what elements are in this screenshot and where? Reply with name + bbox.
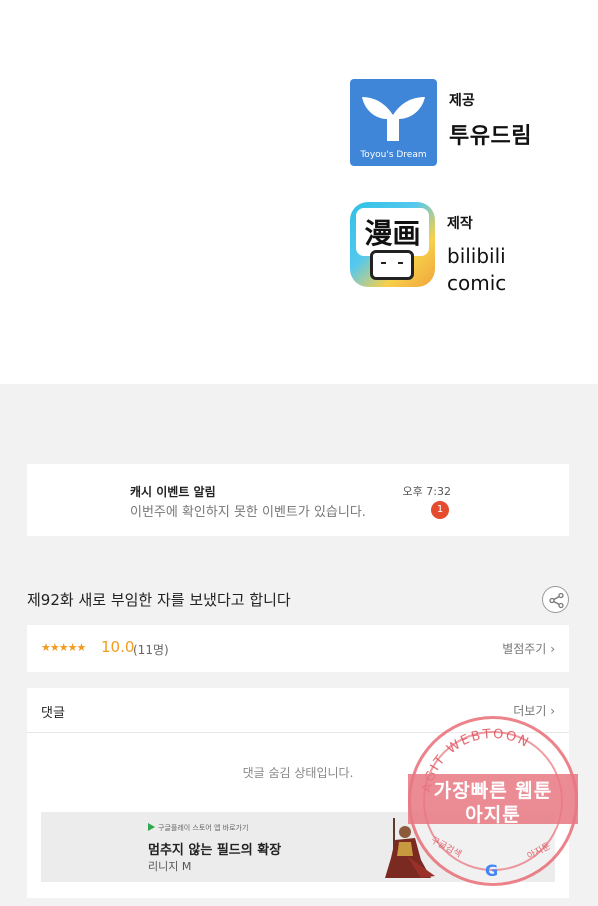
google-play-icon bbox=[148, 823, 155, 831]
credit-name: 투유드림 bbox=[449, 124, 532, 149]
notification-count-badge: 1 bbox=[431, 501, 449, 519]
notification-time: 오후 7:32 bbox=[402, 485, 451, 498]
google-g-icon: G bbox=[485, 861, 499, 880]
ad-subtitle: 리니지 M bbox=[148, 860, 192, 873]
star-icons: ★★★★★ bbox=[41, 641, 86, 654]
share-button[interactable] bbox=[542, 586, 569, 613]
rating-score: 10.0 bbox=[101, 638, 135, 656]
bilibili-comic-logo: 漫画 bbox=[350, 202, 435, 287]
credit-name-line: bilibili bbox=[447, 244, 506, 268]
episode-title: 제92화 새로 부임한 자를 보냈다고 합니다 bbox=[27, 591, 291, 609]
toyou-dream-logo: Toyou's Dream bbox=[350, 79, 437, 166]
stamp-line1: 가장빠른 웹툰 bbox=[433, 780, 553, 802]
chevron-right-icon: › bbox=[550, 642, 555, 656]
rate-button[interactable]: 별점주기 › bbox=[502, 640, 555, 657]
credit-role: 제공 bbox=[449, 93, 475, 109]
rating-count: (11명) bbox=[133, 643, 169, 657]
watermark-stamp: AGIT WEBTOON 가장빠른 웹툰 아지툰 구글검색 아지툰 G bbox=[408, 716, 578, 886]
credit-role: 제작 bbox=[447, 216, 473, 232]
comments-label: 댓글 bbox=[41, 706, 65, 721]
credits-section: Toyou's Dream 제공 투유드림 漫画 제작 bilibili com… bbox=[0, 0, 598, 384]
rate-button-label: 별점주기 bbox=[502, 642, 547, 656]
stamp-line2: 아지툰 bbox=[465, 804, 521, 826]
logo-caption: Toyou's Dream bbox=[360, 150, 427, 160]
credit-producer: 漫画 제작 bilibili comic bbox=[350, 202, 506, 297]
notification-card[interactable]: 캐시 이벤트 알림 이번주에 확인하지 못한 이벤트가 있습니다. 오후 7:3… bbox=[27, 464, 569, 536]
share-icon bbox=[549, 592, 564, 609]
credit-name: bilibili comic bbox=[447, 243, 506, 297]
credit-provider: Toyou's Dream 제공 투유드림 bbox=[350, 79, 532, 166]
logo-text: 漫画 bbox=[356, 208, 429, 256]
tv-icon bbox=[370, 250, 414, 280]
ad-headline: 멈추지 않는 필드의 확장 bbox=[148, 843, 282, 858]
rating-card: ★★★★★ 10.0 (11명) 별점주기 › bbox=[27, 625, 569, 672]
notification-title: 캐시 이벤트 알림 bbox=[130, 485, 216, 499]
credit-name-line: comic bbox=[447, 271, 507, 295]
notification-message: 이번주에 확인하지 못한 이벤트가 있습니다. bbox=[130, 505, 366, 520]
ad-source: 구글플레이 스토어 앱 바로가기 bbox=[158, 824, 249, 832]
